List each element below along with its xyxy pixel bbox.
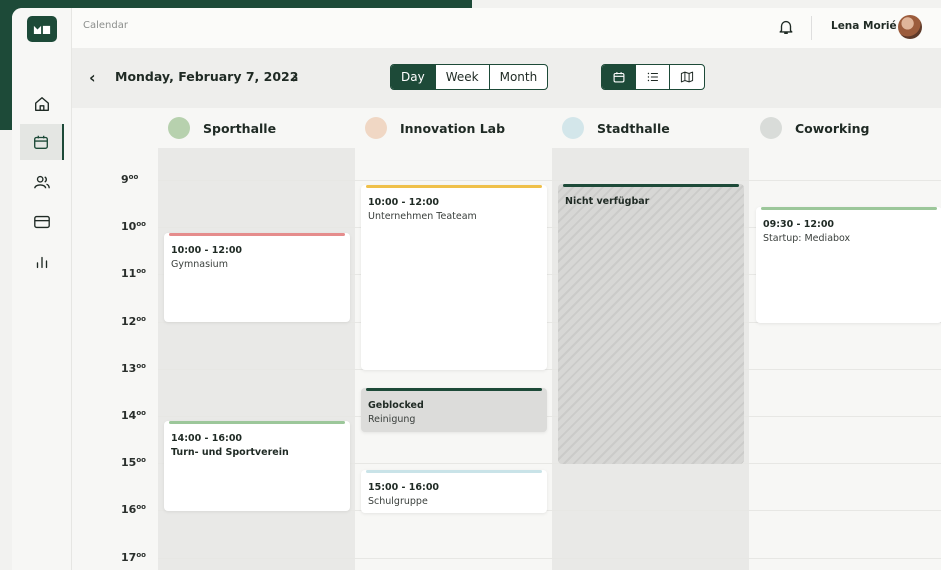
display-mode-switcher — [601, 64, 705, 90]
event-title: Reinigung — [368, 414, 416, 425]
event-time: 10:00 - 12:00 — [171, 245, 243, 256]
event-title: Unternehmen Teateam — [368, 211, 477, 222]
hour-line — [158, 180, 941, 181]
nav-calendar[interactable] — [20, 124, 64, 160]
event-time: 14:00 - 16:00 — [171, 433, 243, 444]
hour-label: 12oo — [121, 315, 146, 328]
users-icon — [34, 175, 50, 189]
event-time: 10:00 - 12:00 — [368, 197, 440, 208]
event-time: 09:30 - 12:00 — [763, 219, 835, 230]
venue-color-dot — [562, 117, 584, 139]
list-icon — [647, 72, 658, 82]
calendar-toolbar: ‹ Monday, February 7, 2022 › Day Week Mo… — [72, 48, 941, 108]
hour-line — [158, 558, 941, 559]
logo-icon — [33, 25, 51, 34]
event-color-bar — [366, 388, 542, 391]
home-icon — [35, 97, 49, 111]
venue-header-innovation-lab[interactable]: Innovation Lab — [365, 116, 505, 140]
event-status: Geblocked — [368, 400, 424, 411]
user-name[interactable]: Lena Morié — [831, 20, 897, 32]
hour-line — [158, 416, 941, 417]
hour-label: 15oo — [121, 456, 146, 469]
venue-color-dot — [168, 117, 190, 139]
event-title: Turn- und Sportverein — [171, 447, 289, 458]
bar-chart-icon — [36, 256, 48, 269]
unavailable-block[interactable]: Nicht verfügbar — [558, 184, 744, 464]
blocked-card[interactable]: Geblocked Reinigung — [361, 388, 547, 432]
map-view-button[interactable] — [670, 65, 704, 89]
event-title: Schulgruppe — [368, 496, 428, 507]
event-card[interactable]: 10:00 - 12:00 Gymnasium — [164, 233, 350, 322]
event-card[interactable]: 15:00 - 16:00 Schulgruppe — [361, 470, 547, 513]
credit-card-icon — [34, 215, 50, 229]
venue-name: Coworking — [795, 120, 870, 136]
calendar-view-button[interactable] — [602, 65, 636, 89]
hour-label: 16oo — [121, 503, 146, 516]
calendar-icon — [613, 72, 624, 83]
event-color-bar — [563, 184, 739, 187]
hour-label: 13oo — [121, 362, 146, 375]
venue-color-dot — [760, 117, 782, 139]
app-logo[interactable] — [27, 16, 57, 42]
venue-header-coworking[interactable]: Coworking — [760, 116, 870, 140]
event-color-bar — [366, 470, 542, 473]
event-color-bar — [761, 207, 937, 210]
event-card[interactable]: 14:00 - 16:00 Turn- und Sportverein — [164, 421, 350, 511]
venue-name: Sporthalle — [203, 120, 277, 136]
event-time: 15:00 - 16:00 — [368, 482, 440, 493]
event-title: Nicht verfügbar — [565, 196, 650, 207]
event-card[interactable]: 10:00 - 12:00 Unternehmen Teateam — [361, 185, 547, 370]
event-title: Gymnasium — [171, 259, 228, 270]
event-color-bar — [169, 233, 345, 236]
venue-name: Innovation Lab — [400, 120, 506, 136]
view-week-button[interactable]: Week — [436, 65, 490, 89]
current-date: Monday, February 7, 2022 — [115, 69, 299, 84]
venue-name: Stadthalle — [597, 120, 670, 136]
list-view-button[interactable] — [636, 65, 670, 89]
nav-home[interactable] — [20, 86, 64, 122]
event-card[interactable]: 09:30 - 12:00 Startup: Mediabox — [756, 207, 941, 323]
event-title: Startup: Mediabox — [763, 233, 851, 244]
nav-billing[interactable] — [20, 204, 64, 240]
breadcrumb[interactable]: Calendar — [83, 20, 128, 31]
event-color-bar — [366, 185, 542, 188]
hour-label: 9oo — [121, 173, 139, 186]
nav-users[interactable] — [20, 164, 64, 200]
hour-label: 14oo — [121, 409, 146, 422]
calendar-icon — [34, 135, 48, 149]
view-month-button[interactable]: Month — [490, 65, 548, 89]
view-day-button[interactable]: Day — [391, 65, 436, 89]
hour-line — [158, 369, 941, 370]
hour-label: 10oo — [121, 220, 146, 233]
bell-icon[interactable] — [777, 18, 795, 36]
top-bar: Calendar Lena Morié — [72, 8, 941, 48]
chevron-right-icon[interactable]: › — [292, 69, 299, 87]
sidebar — [12, 8, 72, 570]
divider — [811, 16, 812, 40]
chevron-left-icon[interactable]: ‹ — [89, 69, 96, 87]
day-grid: 9oo 10oo 11oo 12oo 13oo 14oo 15oo 16oo 1… — [72, 148, 941, 570]
hour-label: 11oo — [121, 267, 146, 280]
hour-label: 17oo — [121, 551, 146, 564]
avatar[interactable] — [898, 15, 922, 39]
app-window: Calendar Lena Morié ‹ Monday, February 7… — [12, 8, 941, 570]
map-icon — [680, 71, 694, 83]
venue-header-sporthalle[interactable]: Sporthalle — [168, 116, 276, 140]
view-switcher: Day Week Month — [390, 64, 549, 90]
venue-color-dot — [365, 117, 387, 139]
nav-analytics[interactable] — [20, 244, 64, 280]
venue-header-stadthalle[interactable]: Stadthalle — [562, 116, 670, 140]
event-color-bar — [169, 421, 345, 424]
